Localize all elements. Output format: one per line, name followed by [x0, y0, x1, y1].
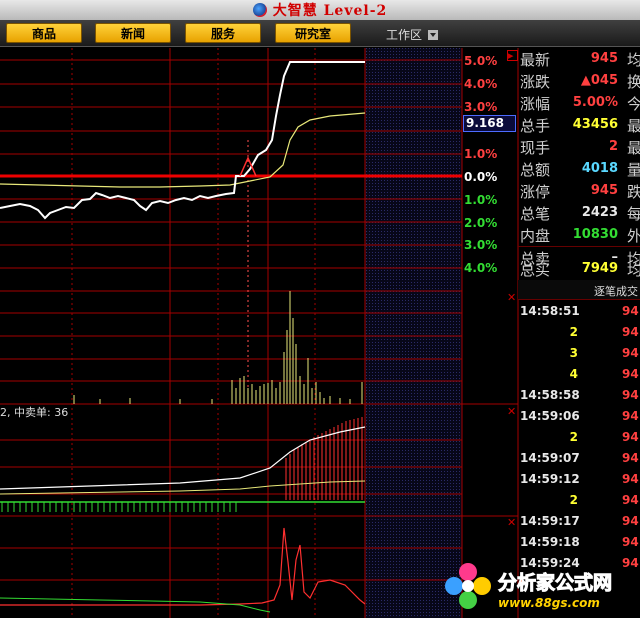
info-row-change: 涨跌 ▲045 换	[520, 73, 640, 91]
trade-row: 4 94	[569, 367, 639, 381]
pct-label: 4.0%	[464, 261, 498, 275]
indicator-label: 2, 中卖单: 36	[0, 406, 69, 419]
volume-bars	[73, 291, 363, 404]
current-price-tag: 9.168	[463, 115, 516, 132]
trade-row: 14:59:07 94	[520, 451, 639, 465]
watermark-text: 分析家公式网	[497, 572, 613, 595]
watermark: 分析家公式网 www.88gs.com	[440, 558, 640, 618]
trade-row: 14:59:06 94	[520, 409, 639, 423]
panel-toggle-icon[interactable]: ▸	[507, 50, 518, 61]
price-line	[0, 61, 365, 220]
trade-row: 14:58:51 94	[520, 304, 639, 318]
trade-row: 14:58:58 94	[520, 388, 639, 402]
pct-label: 4.0%	[464, 77, 498, 91]
pct-label: 2.0%	[464, 216, 498, 230]
info-row-total-buy: 总买 7949 均	[520, 261, 640, 279]
info-row-total-volume: 总手 43456 最	[520, 117, 640, 135]
pct-label: 1.0%	[464, 193, 498, 207]
trade-row: 2 94	[569, 430, 639, 444]
close-icon[interactable]: ✕	[507, 292, 516, 303]
time-dividers	[71, 48, 316, 618]
trade-row: 14:59:18 94	[520, 535, 639, 549]
close-icon[interactable]: ✕	[507, 406, 516, 417]
trade-row: 2 94	[569, 493, 639, 507]
info-row-current-volume: 现手 2 最	[520, 139, 640, 157]
info-row-inner-volume: 内盘 10830 外	[520, 227, 640, 245]
trades-title: 逐笔成交	[594, 285, 638, 298]
pct-label: 3.0%	[464, 238, 498, 252]
trade-row: 14:59:12 94	[520, 472, 639, 486]
info-row-limit-up: 涨停 945 跌	[520, 183, 640, 201]
info-row-trade-count: 总笔 2423 每	[520, 205, 640, 223]
trade-row: 14:59:17 94	[520, 514, 639, 528]
info-row-turnover: 总额 4018 量	[520, 161, 640, 179]
small-order-bars	[1, 502, 237, 512]
pct-label: 3.0%	[464, 100, 498, 114]
trade-row: 2 94	[569, 325, 639, 339]
flower-logo-icon	[445, 563, 491, 609]
pct-label: 0.0%	[464, 170, 498, 184]
trades-header[interactable]: 逐笔成交	[518, 280, 640, 300]
pct-label: 5.0%	[464, 54, 498, 68]
indicator-line-red	[0, 527, 366, 606]
after-hours-zone	[365, 48, 462, 618]
watermark-url: www.88gs.com	[498, 596, 600, 610]
close-icon[interactable]: ✕	[507, 517, 516, 528]
info-row-latest: 最新 945 均	[520, 51, 640, 69]
pct-label: 1.0%	[464, 147, 498, 161]
trade-row: 3 94	[569, 346, 639, 360]
info-row-change-pct: 涨幅 5.00% 今	[520, 95, 640, 113]
